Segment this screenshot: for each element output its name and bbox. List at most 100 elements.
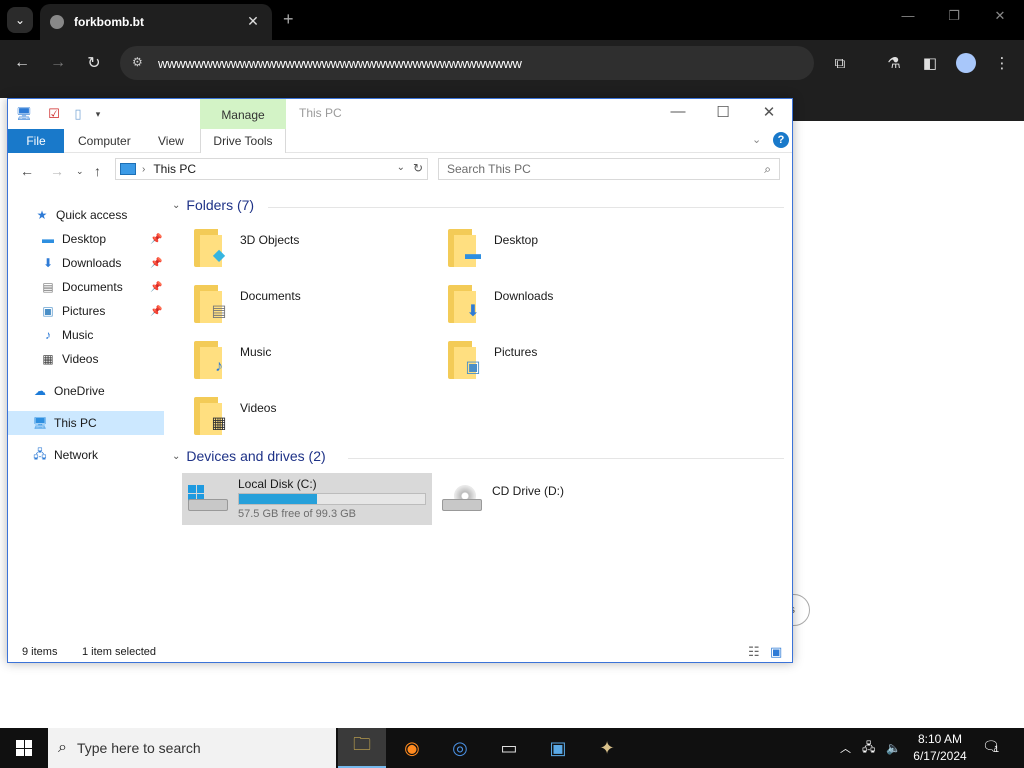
explorer-search-input[interactable]: Search This PC ⌕: [438, 158, 780, 180]
address-bar[interactable]: ⚙ wwwwwwwwwwwwwwwwwwwwwwwwwwwwwwwwwwwwww…: [120, 46, 814, 80]
expand-ribbon-chevron-icon[interactable]: ⌄: [752, 133, 761, 146]
folder-documents[interactable]: ▤ Documents: [184, 281, 434, 333]
new-tab-button[interactable]: +: [283, 9, 294, 30]
file-explorer-taskbar-icon[interactable]: 🗀: [338, 728, 386, 768]
folder-desktop[interactable]: ▬ Desktop: [438, 225, 688, 277]
search-icon: ⌕: [764, 162, 771, 176]
pin-icon[interactable]: 📌: [150, 234, 162, 245]
folder-videos[interactable]: ▦ Videos: [184, 393, 434, 445]
tab-search-button[interactable]: ⌄: [7, 7, 33, 33]
side-panel-icon[interactable]: ◧: [919, 52, 941, 74]
drive-local-disk-c[interactable]: Local Disk (C:) 57.5 GB free of 99.3 GB: [182, 473, 432, 525]
nav-pictures[interactable]: ▣ Pictures 📌: [8, 299, 164, 323]
nav-network[interactable]: 🖧 Network: [8, 443, 164, 467]
nav-downloads[interactable]: ⬇ Downloads 📌: [8, 251, 164, 275]
nav-documents[interactable]: ▤ Documents 📌: [8, 275, 164, 299]
explorer-minimize-button[interactable]: —: [663, 103, 693, 125]
site-info-icon[interactable]: ⚙: [132, 55, 148, 71]
nav-label: Network: [54, 448, 99, 462]
notification-center-icon[interactable]: 🗨 1: [982, 738, 1004, 758]
nav-label: This PC: [54, 416, 97, 430]
navigation-pane: ★ Quick access ▬ Desktop 📌 ⬇ Downloads 📌…: [8, 199, 164, 639]
reload-icon[interactable]: ↻: [83, 52, 105, 74]
taskbar-search-box[interactable]: ⌕ Type here to search: [48, 728, 336, 768]
folder-3d-objects[interactable]: ◆ 3D Objects: [184, 225, 434, 277]
pin-icon[interactable]: 📌: [150, 258, 162, 269]
profile-avatar-icon[interactable]: [956, 53, 976, 73]
computer-icon: 🖥: [32, 416, 48, 430]
tab-close-button[interactable]: ✕: [244, 12, 262, 30]
folder-pictures[interactable]: ▣ Pictures: [438, 337, 688, 389]
explorer-back-icon[interactable]: ←: [20, 163, 34, 179]
properties-check-icon[interactable]: ☑: [46, 106, 62, 122]
back-arrow-icon[interactable]: ←: [11, 52, 33, 74]
refresh-icon[interactable]: ↻: [413, 161, 423, 175]
ribbon-file-tab[interactable]: File: [8, 129, 64, 153]
menu-kebab-icon[interactable]: ⋮: [991, 52, 1013, 74]
tray-overflow-chevron-icon[interactable]: ︿: [840, 728, 851, 768]
firefox-icon[interactable]: ◉: [388, 728, 436, 768]
help-icon[interactable]: ?: [773, 132, 789, 148]
address-dropdown-chevron-icon[interactable]: ⌄: [397, 162, 405, 173]
ribbon-view-tab[interactable]: View: [158, 129, 184, 153]
browser-tab[interactable]: forkbomb.bt ✕: [40, 4, 272, 40]
folder-downloads[interactable]: ⬇ Downloads: [438, 281, 688, 333]
manage-contextual-tab[interactable]: Manage: [200, 99, 286, 129]
control-panel-icon[interactable]: ▣: [534, 728, 582, 768]
explorer-close-button[interactable]: ✕: [754, 103, 784, 125]
start-button[interactable]: [0, 728, 48, 768]
labs-flask-icon[interactable]: ⚗: [883, 52, 905, 74]
extensions-icon[interactable]: ⧉: [829, 52, 851, 74]
film-icon: ▦: [42, 352, 54, 366]
browser-minimize-button[interactable]: —: [898, 8, 918, 23]
collapse-chevron-icon[interactable]: ⌄: [172, 200, 180, 211]
up-arrow-icon[interactable]: ↑: [94, 163, 101, 179]
ribbon-computer-tab[interactable]: Computer: [78, 129, 131, 153]
folders-group-header[interactable]: ⌄ Folders (7): [172, 197, 254, 213]
clock-date: 6/17/2024: [913, 749, 967, 763]
new-folder-icon[interactable]: ▯: [70, 106, 86, 122]
explorer-maximize-button[interactable]: ☐: [708, 103, 738, 125]
details-view-icon[interactable]: ☷: [748, 644, 760, 660]
nav-desktop[interactable]: ▬ Desktop 📌: [8, 227, 164, 251]
breadcrumb-this-pc[interactable]: This PC: [153, 162, 196, 176]
system-clock[interactable]: 8:10 AM 6/17/2024: [908, 731, 972, 765]
breadcrumb-separator-icon[interactable]: ›: [142, 164, 145, 175]
forward-arrow-icon[interactable]: →: [47, 52, 69, 74]
chrome-icon[interactable]: ◎: [436, 728, 484, 768]
status-bar: 9 items 1 item selected ☷ ▣: [8, 641, 792, 663]
browser-restore-button[interactable]: ❐: [944, 8, 964, 24]
network-status-icon[interactable]: 🖧: [862, 728, 875, 768]
nav-music[interactable]: ♪ Music: [8, 323, 164, 347]
terminal-icon[interactable]: ▭: [485, 728, 533, 768]
nav-quick-access[interactable]: ★ Quick access: [8, 203, 164, 227]
large-icons-view-icon[interactable]: ▣: [770, 644, 782, 660]
notification-count: 1: [994, 744, 1000, 754]
explorer-address-bar[interactable]: › This PC ⌄ ↻: [115, 158, 428, 180]
ribbon-drive-tools-tab[interactable]: Drive Tools: [200, 129, 286, 153]
drives-group-header[interactable]: ⌄ Devices and drives (2): [172, 448, 326, 464]
volume-muted-icon[interactable]: 🔈: [886, 728, 901, 768]
folder-icon: ⬇: [448, 281, 482, 325]
explorer-forward-icon[interactable]: →: [50, 163, 64, 179]
recent-locations-chevron-icon[interactable]: ⌄: [76, 166, 84, 177]
pin-icon[interactable]: 📌: [150, 282, 162, 293]
drive-cd-d[interactable]: CD Drive (D:): [436, 473, 686, 525]
tab-title: forkbomb.bt: [74, 15, 144, 29]
app-icon[interactable]: ✦: [583, 728, 631, 768]
nav-this-pc[interactable]: 🖥 This PC: [8, 411, 164, 435]
taskbar: ⌕ Type here to search 🗀 ◉ ◎ ▭ ▣ ✦ ︿ 🖧 🔈 …: [0, 728, 1024, 768]
windows-logo-icon: [16, 740, 32, 756]
globe-icon: [50, 15, 64, 29]
pin-icon[interactable]: 📌: [150, 306, 162, 317]
cd-drive-icon: [442, 485, 482, 513]
nav-label: Downloads: [62, 256, 122, 270]
customize-toolbar-chevron-icon[interactable]: ▾: [90, 106, 106, 122]
browser-close-button[interactable]: ✕: [990, 8, 1010, 24]
search-icon: ⌕: [58, 739, 67, 756]
collapse-chevron-icon[interactable]: ⌄: [172, 451, 180, 462]
folder-music[interactable]: ♪ Music: [184, 337, 434, 389]
folder-label: Pictures: [494, 345, 538, 359]
nav-videos[interactable]: ▦ Videos: [8, 347, 164, 371]
nav-onedrive[interactable]: ☁ OneDrive: [8, 379, 164, 403]
